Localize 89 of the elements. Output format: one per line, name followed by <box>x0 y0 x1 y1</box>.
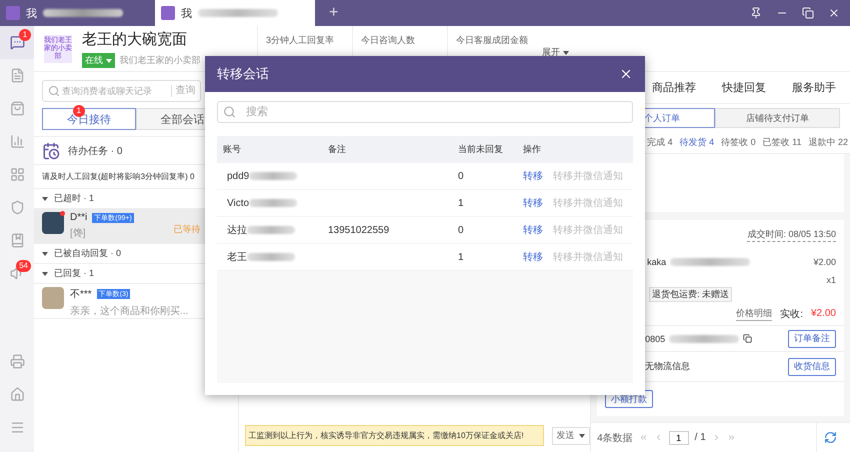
sidebar-icon <box>10 200 24 215</box>
warning-banner: 工监测到以上行为，核实诱导非官方交易违规属实，需缴纳10万保证金或关店! <box>244 425 544 446</box>
last-page-icon[interactable] <box>726 433 736 442</box>
panel-tab[interactable]: 商品推荐 <box>652 80 696 95</box>
app-logo-icon <box>161 6 175 20</box>
restore-icon[interactable] <box>802 7 814 19</box>
notification-badge: 1 <box>72 105 85 117</box>
blurred-text <box>247 226 295 234</box>
shop-slogan: 我们老王家的小卖部 <box>120 54 201 66</box>
sidebar-item[interactable]: 1 <box>0 26 34 59</box>
stat-label: 3分钟人工回复率 <box>266 34 336 47</box>
record-count: 4条数据 <box>597 432 633 444</box>
price-detail-link[interactable]: 价格明细 <box>736 306 772 320</box>
message-preview: [馋] <box>70 227 87 240</box>
paid-label: 实收: <box>780 308 803 320</box>
blurred-text <box>669 334 740 342</box>
notification-badge: 1 <box>19 29 31 41</box>
blurred-text <box>249 172 298 180</box>
transfer-link[interactable]: 转移 <box>523 223 543 237</box>
sidebar-icon <box>10 233 24 248</box>
printer-icon[interactable] <box>10 354 24 369</box>
close-icon[interactable] <box>828 7 840 19</box>
sidebar-icon <box>10 101 24 116</box>
shop-name: 老王的大碗宽面 <box>82 30 188 48</box>
panel-tab[interactable]: 服务助手 <box>792 80 836 95</box>
todo-count: 待办任务 · 0 <box>68 144 122 158</box>
sidebar-icon <box>10 134 24 149</box>
stat-label: 今日咨询人数 <box>361 34 416 47</box>
order-tab[interactable]: 店铺待支付订单 <box>715 108 840 128</box>
notification-badge: 54 <box>16 260 31 272</box>
blurred-text <box>247 253 295 261</box>
first-page-icon[interactable] <box>638 433 648 442</box>
menu-icon[interactable] <box>10 420 24 435</box>
search-icon <box>48 85 60 97</box>
sidebar-item[interactable]: 54 <box>0 257 34 290</box>
product-price: ¥2.00 <box>813 257 836 267</box>
status-filter[interactable]: 退款中 22 <box>808 136 848 149</box>
close-icon[interactable] <box>619 67 633 81</box>
unread-count: 0 <box>458 224 465 236</box>
unread-count: 1 <box>458 198 465 208</box>
browser-tab[interactable]: 我 <box>155 0 315 26</box>
page-input[interactable]: 1 <box>668 430 689 444</box>
sidebar-icon <box>10 167 24 182</box>
column-header: 账号 <box>223 142 242 156</box>
unread-count: 0 <box>458 170 465 182</box>
panel-tab[interactable]: 快捷回复 <box>722 80 766 95</box>
status-filter[interactable]: 待签收 0 <box>721 136 756 149</box>
sidebar-icon <box>10 35 24 50</box>
home-icon[interactable] <box>10 387 24 402</box>
unread-count: 1 <box>458 252 465 262</box>
logistics-status: 无物流信息 <box>645 360 690 373</box>
customer-name: 不*** <box>70 288 92 301</box>
order-number: 0805 <box>645 334 666 344</box>
column-header: 备注 <box>328 142 347 156</box>
new-tab-button[interactable]: + <box>315 4 352 22</box>
status-filter[interactable]: 待发货 4 <box>680 136 714 149</box>
customer-name: D**i <box>70 212 88 223</box>
status-filter[interactable]: 完成 4 <box>647 136 673 149</box>
order-time: 成交时间: 08/05 13:50 <box>747 228 836 242</box>
product-name: kaka <box>647 257 666 267</box>
browser-tab[interactable]: 我 <box>0 0 155 26</box>
refresh-icon[interactable] <box>824 431 837 444</box>
address-button[interactable]: 收货信息 <box>788 358 836 376</box>
dialog-title: 转移会话 <box>217 65 269 83</box>
wait-status: 已等待 <box>174 223 201 236</box>
page-total: / 1 <box>694 432 706 443</box>
order-note-button[interactable]: 订单备注 <box>788 330 836 348</box>
stat-label: 今日客服成团金额 <box>456 34 529 47</box>
transfer-link[interactable]: 转移 <box>523 169 543 183</box>
transfer-link[interactable]: 转移 <box>523 250 543 264</box>
message-preview: 亲亲，这个商品和你刚买... <box>70 304 190 318</box>
transfer-link[interactable]: 转移 <box>523 196 543 210</box>
status-filter[interactable]: 已签收 11 <box>762 136 802 149</box>
task-icon <box>42 142 60 160</box>
column-header: 操作 <box>523 142 542 156</box>
search-field[interactable]: 搜索 <box>217 101 633 123</box>
send-button[interactable]: 发送 <box>552 426 590 444</box>
paid-amount: ¥2.00 <box>810 308 836 319</box>
quantity: x1 <box>826 275 836 285</box>
note-cell-text: 13951022559 <box>328 224 390 236</box>
avatar <box>42 287 64 309</box>
column-header: 当前未回复 <box>458 142 504 156</box>
app-logo-icon <box>6 6 20 20</box>
shipping-insurance-tag: 退货包运费: 未赠送 <box>649 286 732 302</box>
sidebar-icon <box>10 68 24 83</box>
blurred-text <box>249 199 298 207</box>
search-icon <box>223 106 236 118</box>
copy-icon[interactable] <box>743 334 752 343</box>
pin-icon[interactable] <box>750 7 762 19</box>
